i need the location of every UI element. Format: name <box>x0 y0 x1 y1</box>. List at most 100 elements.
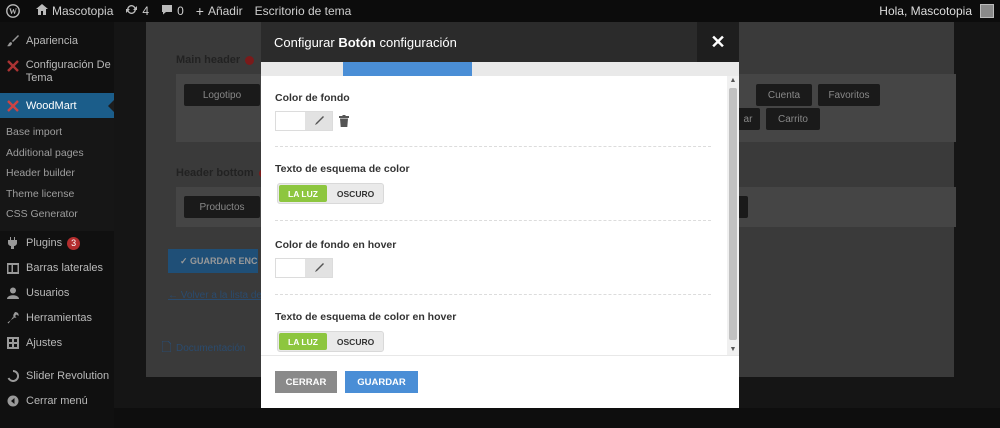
eyedropper-icon[interactable] <box>305 259 332 277</box>
sidebar-item-barras[interactable]: Barras laterales <box>0 256 114 281</box>
button-settings-modal: Configurar Botón configuración ✕ Color d… <box>261 22 739 408</box>
trash-icon[interactable] <box>339 115 349 127</box>
sidebar-item-label: Herramientas <box>26 312 93 324</box>
add-new-link[interactable]: + Añadir <box>190 0 249 22</box>
header-bottom-text: Header bottom <box>176 167 254 179</box>
theme-desk-link[interactable]: Escritorio de tema <box>249 0 358 22</box>
greeting: Hola, Mascotopia <box>879 4 972 18</box>
modal-tabs <box>261 62 739 76</box>
submenu-css-generator[interactable]: CSS Generator <box>0 204 114 225</box>
modal-body: Color de fondo Texto de esquema de color… <box>261 76 727 355</box>
sidebar-item-configuracion-tema[interactable]: Configuración De Tema <box>0 53 114 93</box>
modal-header: Configurar Botón configuración ✕ <box>261 22 739 62</box>
close-icon[interactable]: ✕ <box>697 22 739 62</box>
option-la-luz[interactable]: LA LUZ <box>279 185 327 202</box>
productos-element[interactable]: Productos <box>184 196 260 218</box>
field-color-fondo-hover: Color de fondo en hover <box>275 239 711 295</box>
users-icon <box>6 286 20 300</box>
account-menu[interactable]: Hola, Mascotopia <box>879 4 1000 18</box>
scroll-up-icon[interactable]: ▲ <box>727 76 739 86</box>
option-oscuro[interactable]: OSCURO <box>328 184 383 203</box>
wordpress-logo-icon[interactable]: W <box>0 0 30 22</box>
sidebar-item-apariencia[interactable]: Apariencia <box>0 28 114 53</box>
admin-bar: W Mascotopia 4 0 + Añadir Escritorio de … <box>0 0 1000 22</box>
woodmart-icon <box>6 99 20 113</box>
admin-sidebar: Apariencia Configuración De Tema WoodMar… <box>0 22 114 428</box>
save-button[interactable]: GUARDAR <box>345 371 418 393</box>
color-swatch[interactable] <box>276 259 305 277</box>
slider-icon <box>6 369 20 383</box>
submenu-theme-license[interactable]: Theme license <box>0 184 114 205</box>
field-label: Color de fondo <box>275 92 350 104</box>
document-icon <box>161 340 172 355</box>
site-name: Mascotopia <box>52 4 114 18</box>
color-picker-fondo-hover[interactable] <box>275 258 333 278</box>
main-header-text: Main header <box>176 54 241 66</box>
field-label: Texto de esquema de color en hover <box>275 311 457 323</box>
title-prefix: Configurar <box>274 34 339 50</box>
sidebar-item-slider-revolution[interactable]: Slider Revolution <box>0 364 114 389</box>
field-texto-esquema-hover: Texto de esquema de color en hover LA LU… <box>275 311 711 352</box>
title-suffix: configuración <box>375 34 457 50</box>
title-bold: Botón <box>338 34 376 50</box>
documentation-link[interactable]: Documentación <box>161 340 246 355</box>
favoritos-element[interactable]: Favoritos <box>818 84 880 106</box>
sidebar-item-herramientas[interactable]: Herramientas <box>0 306 114 331</box>
sidebar-item-plugins[interactable]: Plugins 3 <box>0 231 114 256</box>
sidebar-item-label: WoodMart <box>26 99 77 112</box>
submenu-base-import[interactable]: Base import <box>0 122 114 143</box>
logo-element[interactable]: Logotipo <box>184 84 260 106</box>
eyedropper-icon[interactable] <box>305 112 332 130</box>
comment-icon <box>161 4 177 18</box>
modal-footer: CERRAR GUARDAR <box>261 355 739 408</box>
cuenta-element[interactable]: Cuenta <box>756 84 812 106</box>
tools-icon <box>6 311 20 325</box>
sidebar-item-label: Plugins <box>26 237 63 249</box>
scroll-down-icon[interactable]: ▼ <box>727 345 739 355</box>
option-la-luz[interactable]: LA LUZ <box>279 333 327 350</box>
color-picker-fondo[interactable] <box>275 111 333 131</box>
sidebar-item-label: Ajustes <box>26 337 63 349</box>
svg-text:W: W <box>9 7 17 16</box>
scrollbar-thumb[interactable] <box>729 88 737 340</box>
comments-link[interactable]: 0 <box>155 0 190 22</box>
updates-link[interactable]: 4 <box>119 0 155 22</box>
field-texto-esquema: Texto de esquema de color LA LUZ OSCURO <box>275 163 711 221</box>
modal-scrollbar[interactable]: ▲ ▼ <box>727 76 739 355</box>
submenu-header-builder[interactable]: Header builder <box>0 163 114 184</box>
save-header-button[interactable]: ✓ GUARDAR ENC <box>168 249 258 273</box>
home-icon <box>36 4 52 18</box>
submenu-additional-pages[interactable]: Additional pages <box>0 143 114 164</box>
avatar <box>980 4 994 18</box>
sidebar-item-cerrar-menu[interactable]: Cerrar menú <box>0 389 114 414</box>
header-bottom-label: Header bottom <box>176 167 268 179</box>
documentation-label: Documentación <box>176 342 246 354</box>
field-color-fondo: Color de fondo <box>275 92 711 147</box>
modal-title: Configurar Botón configuración <box>274 35 457 50</box>
theme-settings-icon <box>6 59 20 73</box>
color-scheme-toggle[interactable]: LA LUZ OSCURO <box>277 183 385 204</box>
sidebar-item-label: Slider Revolution <box>26 370 110 382</box>
tab-active[interactable] <box>343 62 472 76</box>
search-element[interactable]: ar <box>736 108 760 130</box>
divider <box>275 146 711 147</box>
site-name-link[interactable]: Mascotopia <box>30 0 119 22</box>
sidebars-icon <box>6 261 20 275</box>
color-scheme-hover-toggle[interactable]: LA LUZ OSCURO <box>277 331 385 352</box>
field-label: Texto de esquema de color <box>275 163 410 175</box>
bottom-strip <box>114 408 1000 428</box>
sidebar-item-ajustes[interactable]: Ajustes <box>0 331 114 356</box>
theme-desk-label: Escritorio de tema <box>254 4 352 18</box>
settings-icon <box>6 336 20 350</box>
sidebar-item-woodmart[interactable]: WoodMart <box>0 93 114 118</box>
plus-icon: + <box>195 3 204 19</box>
add-new-label: Añadir <box>207 4 243 18</box>
close-button[interactable]: CERRAR <box>275 371 337 393</box>
comments-count: 0 <box>177 4 184 18</box>
carrito-element[interactable]: Carrito <box>766 108 820 130</box>
back-to-list-link[interactable]: ← Volver a la lista de <box>168 290 262 301</box>
updates-count: 4 <box>142 4 150 18</box>
sidebar-item-usuarios[interactable]: Usuarios <box>0 281 114 306</box>
color-swatch[interactable] <box>276 112 305 130</box>
option-oscuro[interactable]: OSCURO <box>328 332 383 351</box>
